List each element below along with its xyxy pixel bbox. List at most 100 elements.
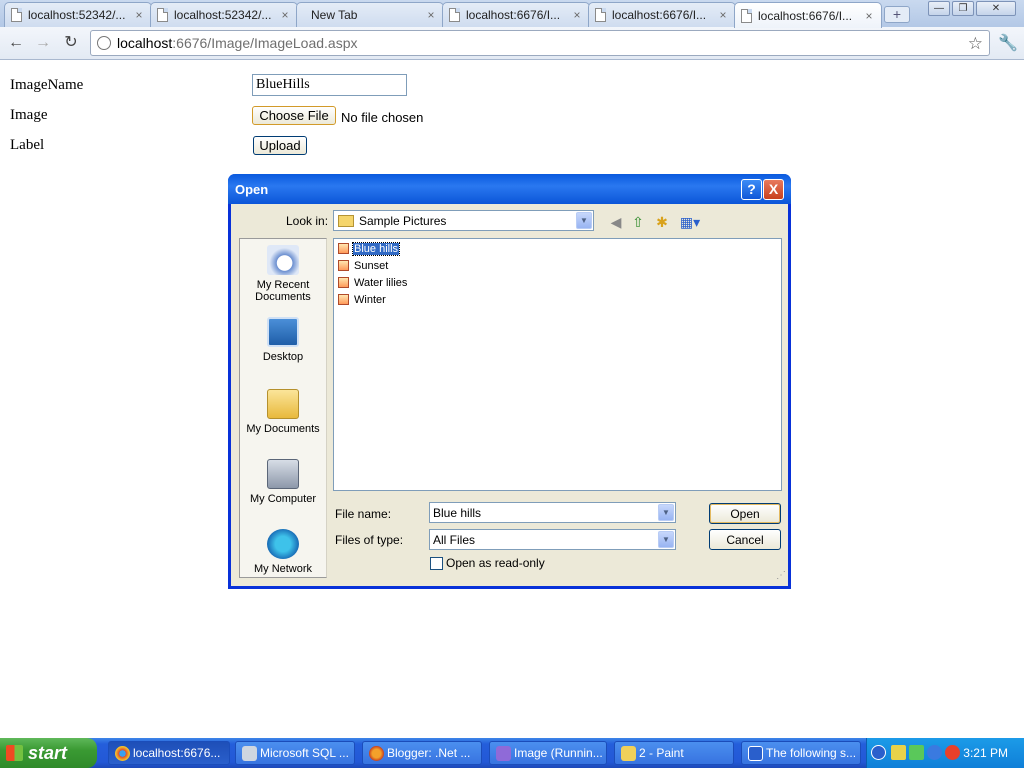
forward-icon[interactable]: → <box>33 33 53 53</box>
list-item[interactable]: Sunset <box>338 258 389 273</box>
reload-icon[interactable]: ↻ <box>61 33 81 53</box>
place-label: My Network <box>253 563 313 575</box>
up-folder-icon[interactable]: ⇧ <box>629 213 647 231</box>
image-file-icon <box>338 294 349 305</box>
dialog-titlebar[interactable]: Open ? X <box>228 174 791 204</box>
place-my-computer[interactable]: My Computer <box>240 459 326 505</box>
tray-network-icon[interactable] <box>909 745 924 760</box>
file-name: Blue hills <box>351 241 401 256</box>
place-my-network[interactable]: My Network <box>240 529 326 575</box>
place-label: My Documents <box>246 423 320 435</box>
place-label: My Recent <box>256 279 310 291</box>
start-button[interactable]: start <box>0 738 97 768</box>
task-paint[interactable]: 2 - Paint <box>614 741 734 765</box>
choose-file-button[interactable]: Choose File <box>252 106 336 125</box>
window-close-button[interactable]: ✕ <box>976 1 1016 16</box>
my-computer-icon <box>267 459 299 489</box>
tray-expand-icon[interactable] <box>871 745 886 760</box>
globe-icon <box>97 36 111 50</box>
task-label: 2 - Paint <box>639 746 684 760</box>
imagename-input[interactable] <box>252 74 407 96</box>
open-readonly-checkbox[interactable] <box>430 557 443 570</box>
close-icon[interactable]: × <box>279 8 291 22</box>
file-name-value: Blue hills <box>433 505 482 520</box>
place-my-recent-documents[interactable]: My Recent Documents <box>240 245 326 303</box>
tab-2[interactable]: localhost:52342/... × <box>150 2 298 27</box>
visual-studio-icon <box>496 746 511 761</box>
url-path: :6676/Image/ImageLoad.aspx <box>172 35 358 51</box>
tray-alert-icon[interactable] <box>945 745 960 760</box>
task-word[interactable]: The following s... <box>741 741 861 765</box>
chevron-down-icon[interactable]: ▼ <box>658 531 674 548</box>
close-icon[interactable]: × <box>133 8 145 22</box>
place-my-documents[interactable]: My Documents <box>240 389 326 435</box>
dialog-title: Open <box>235 182 269 197</box>
upload-button[interactable]: Upload <box>253 136 307 155</box>
my-documents-icon <box>267 389 299 419</box>
look-in-label: Look in: <box>286 214 329 228</box>
new-folder-icon[interactable]: ✱ <box>653 213 671 231</box>
open-button[interactable]: Open <box>709 503 781 524</box>
page-icon <box>157 8 168 22</box>
image-label: Image <box>10 107 48 123</box>
firefox-icon <box>369 746 384 761</box>
list-item[interactable]: Winter <box>338 292 387 307</box>
tab-label: localhost:52342/... <box>174 8 272 22</box>
recent-documents-icon <box>267 245 299 275</box>
back-arrow-icon[interactable]: ◀ <box>607 213 625 231</box>
start-label: start <box>28 742 68 763</box>
view-menu-icon[interactable]: ▦▾ <box>677 213 703 231</box>
close-icon[interactable]: × <box>717 8 729 22</box>
files-of-type-select[interactable]: All Files ▼ <box>429 529 676 550</box>
files-of-type-value: All Files <box>433 532 476 547</box>
task-blogger[interactable]: Blogger: .Net ... <box>362 741 482 765</box>
places-bar: My Recent Documents Desktop My Documents… <box>239 238 327 578</box>
file-name-input[interactable]: Blue hills ▼ <box>429 502 676 523</box>
restore-button[interactable]: ❐ <box>952 1 974 16</box>
browser-toolbar: ← → ↻ localhost:6676/Image/ImageLoad.asp… <box>0 27 1024 60</box>
list-item[interactable]: Blue hills <box>338 241 401 256</box>
resize-grip-icon[interactable]: ⋰ <box>776 570 786 581</box>
close-icon[interactable]: × <box>425 8 437 22</box>
tab-6-active[interactable]: localhost:6676/I... × <box>734 2 882 28</box>
image-file-icon <box>338 260 349 271</box>
file-name-label: File name: <box>335 507 392 521</box>
help-button[interactable]: ? <box>741 179 762 200</box>
close-icon[interactable]: × <box>571 8 583 22</box>
minimize-button[interactable]: — <box>928 1 950 16</box>
close-icon[interactable]: × <box>863 9 875 23</box>
file-name: Sunset <box>354 259 389 272</box>
back-icon[interactable]: ← <box>6 33 26 53</box>
chevron-down-icon[interactable]: ▼ <box>576 212 592 229</box>
dialog-close-button[interactable]: X <box>763 179 784 200</box>
tray-app-icon[interactable] <box>891 745 906 760</box>
clock: 3:21 PM <box>963 746 1008 760</box>
task-browser[interactable]: localhost:6676... <box>108 741 230 765</box>
tab-strip: localhost:52342/... × localhost:52342/..… <box>0 0 1024 28</box>
place-label: My Computer <box>249 493 317 505</box>
tab-5[interactable]: localhost:6676/I... × <box>588 2 736 27</box>
cancel-button[interactable]: Cancel <box>709 529 781 550</box>
look-in-select[interactable]: Sample Pictures ▼ <box>333 210 594 231</box>
place-desktop[interactable]: Desktop <box>240 317 326 363</box>
task-visual-studio[interactable]: Image (Runnin... <box>489 741 607 765</box>
wrench-icon[interactable]: 🔧 <box>998 33 1018 53</box>
address-bar[interactable]: localhost:6676/Image/ImageLoad.aspx ☆ <box>90 30 990 56</box>
files-of-type-label: Files of type: <box>335 533 404 547</box>
tab-4[interactable]: localhost:6676/I... × <box>442 2 590 27</box>
chevron-down-icon[interactable]: ▼ <box>658 504 674 521</box>
tab-1[interactable]: localhost:52342/... × <box>4 2 152 27</box>
paint-icon <box>621 746 636 761</box>
task-label: Image (Runnin... <box>514 746 603 760</box>
file-name: Water lilies <box>354 276 408 289</box>
url-host: localhost <box>117 35 173 51</box>
new-tab-button[interactable]: + <box>884 6 910 23</box>
task-sql[interactable]: Microsoft SQL ... <box>235 741 355 765</box>
list-item[interactable]: Water lilies <box>338 275 408 290</box>
tray-link-icon[interactable] <box>927 745 942 760</box>
tab-3[interactable]: New Tab × <box>296 2 444 27</box>
file-list[interactable]: Blue hills Sunset Water lilies Winter <box>333 238 782 491</box>
taskbar: start localhost:6676... Microsoft SQL ..… <box>0 738 1024 768</box>
word-icon <box>748 746 763 761</box>
star-icon[interactable]: ☆ <box>968 34 983 54</box>
